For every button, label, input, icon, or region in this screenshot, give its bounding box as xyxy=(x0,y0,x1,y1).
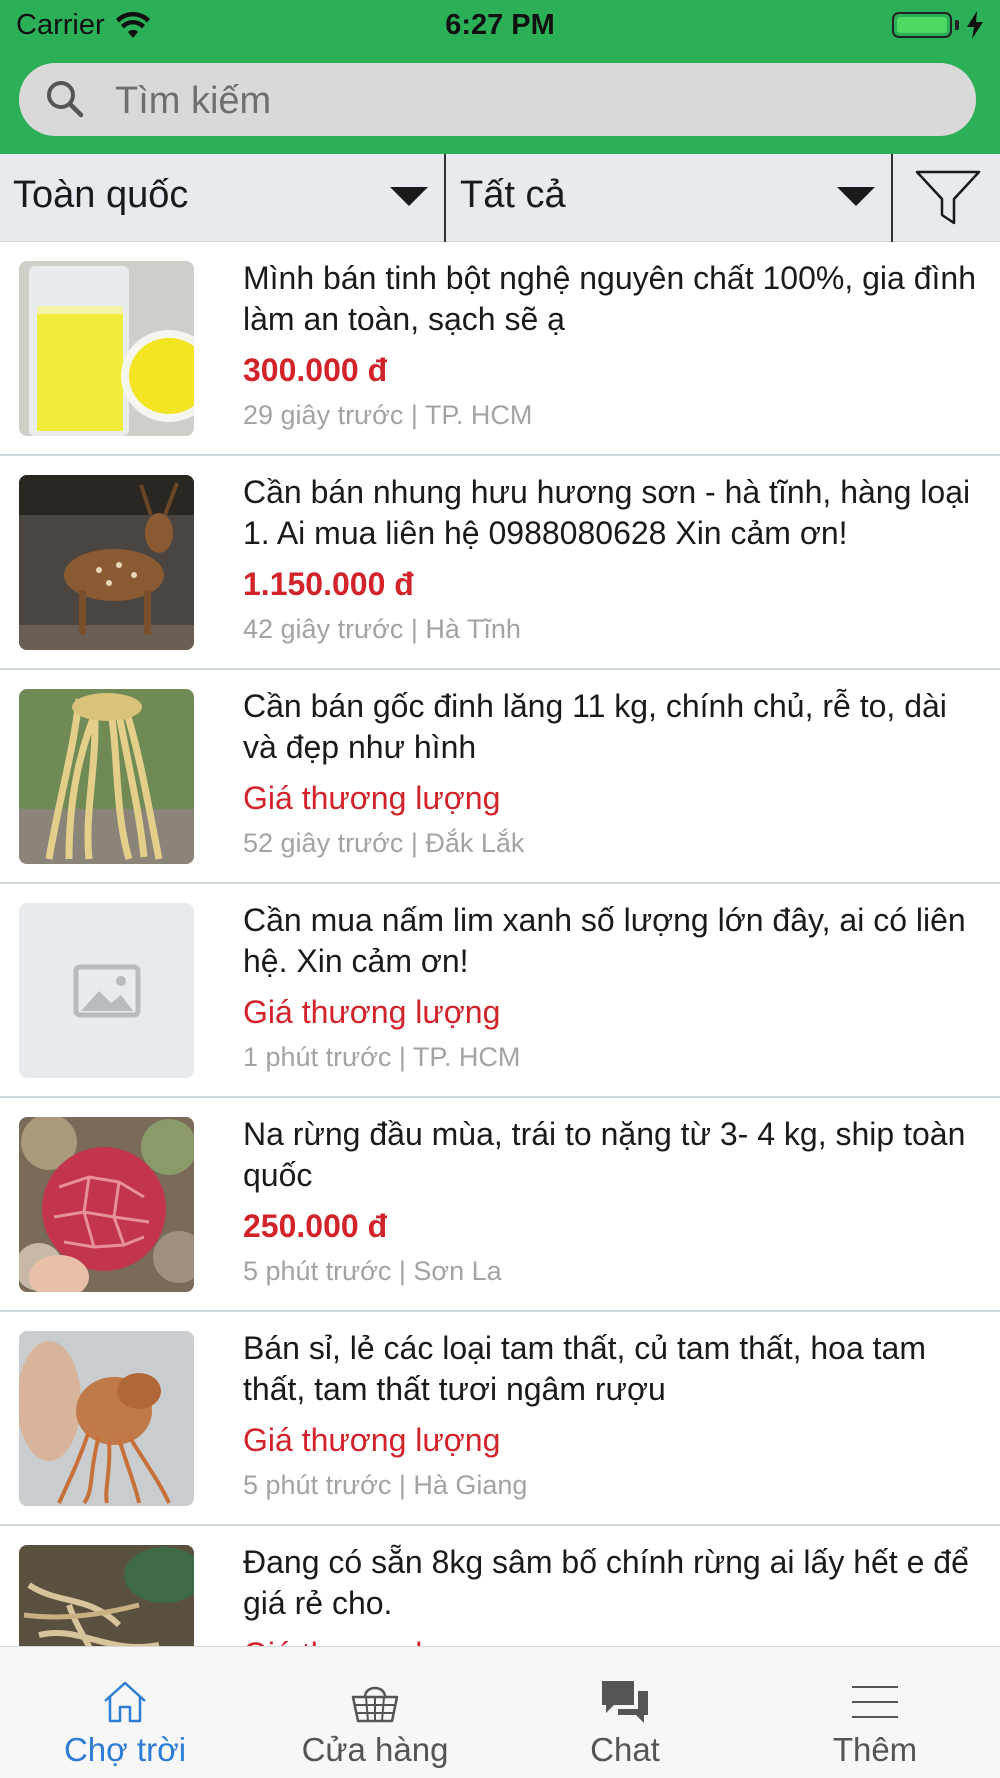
listing-price: Giá thương lượng xyxy=(243,780,501,816)
listing-price: 1.150.000 đ xyxy=(243,566,414,602)
charging-bolt-icon xyxy=(967,11,983,39)
battery-tip xyxy=(955,20,959,30)
tab-cua-hang[interactable]: Cửa hàng xyxy=(250,1647,500,1778)
listing-item[interactable]: Cần bán nhung hưu hương sơn - hà tĩnh, h… xyxy=(0,456,1000,670)
listing-list[interactable]: Mình bán tinh bột nghệ nguyên chất 100%,… xyxy=(0,242,1000,1646)
listing-item[interactable]: Cần mua nấm lim xanh số lượng lớn đây, a… xyxy=(0,884,1000,1098)
listing-title: Cần bán gốc đinh lăng 11 kg, chính chủ, … xyxy=(243,688,947,765)
listing-meta: 1 phút trước | TP. HCM xyxy=(243,1042,521,1072)
placeholder-image-icon xyxy=(19,903,194,1078)
listing-title: Na rừng đầu mùa, trái to nặng từ 3- 4 kg… xyxy=(243,1116,966,1193)
listing-thumbnail xyxy=(19,475,194,650)
tab-label: Chợ trời xyxy=(63,1731,187,1768)
listing-item[interactable]: Đang có sẵn 8kg sâm bố chính rừng ai lấy… xyxy=(0,1526,1000,1646)
listing-thumbnail xyxy=(19,1545,194,1646)
listing-thumbnail xyxy=(19,903,194,1078)
search-bar[interactable]: Tìm kiếm xyxy=(19,63,976,136)
home-icon xyxy=(104,1681,146,1723)
listing-item[interactable]: Mình bán tinh bột nghệ nguyên chất 100%,… xyxy=(0,242,1000,456)
category-dropdown[interactable]: Tất cả xyxy=(448,154,893,242)
listing-thumbnail xyxy=(19,261,194,436)
tab-cho-troi[interactable]: Chợ trời xyxy=(0,1647,250,1778)
listing-title: Cần bán nhung hưu hương sơn - hà tĩnh, h… xyxy=(243,474,971,551)
listing-meta: 52 giây trước | Đắk Lắk xyxy=(243,828,525,858)
listing-price: Giá thương lượng xyxy=(243,994,501,1030)
funnel-filter-icon xyxy=(915,170,980,225)
basket-icon xyxy=(351,1686,399,1723)
listing-title: Cần mua nấm lim xanh số lượng lớn đây, a… xyxy=(243,902,966,979)
listing-price: 300.000 đ xyxy=(243,352,388,388)
tab-bar: Chợ trời Cửa hàng Chat Thêm xyxy=(0,1646,1000,1778)
listing-title: Mình bán tinh bột nghệ nguyên chất 100%,… xyxy=(243,260,976,337)
listing-thumbnail xyxy=(19,689,194,864)
listing-meta: 42 giây trước | Hà Tĩnh xyxy=(243,614,521,644)
filter-button[interactable] xyxy=(895,154,1000,242)
listing-thumbnail xyxy=(19,1117,194,1292)
listing-thumbnail xyxy=(19,1331,194,1506)
listing-meta: 5 phút trước | Hà Giang xyxy=(243,1470,528,1500)
status-bar: Carrier 6:27 PM xyxy=(0,0,1000,50)
region-dropdown[interactable]: Toàn quốc xyxy=(0,154,446,242)
listing-price: Giá thương lượng xyxy=(243,1634,500,1646)
tab-chat[interactable]: Chat xyxy=(500,1647,750,1778)
status-time: 6:27 PM xyxy=(445,9,555,41)
tab-label: Cửa hàng xyxy=(301,1731,449,1768)
region-label: Toàn quốc xyxy=(13,174,189,216)
app-header: Carrier 6:27 PM Tìm kiếm xyxy=(0,0,1000,154)
listing-meta: 29 giây trước | TP. HCM xyxy=(243,400,533,430)
tab-them[interactable]: Thêm xyxy=(750,1647,1000,1778)
listing-meta: 5 phút trước | Sơn La xyxy=(243,1256,502,1286)
category-label: Tất cả xyxy=(460,174,566,216)
listing-item[interactable]: Cần bán gốc đinh lăng 11 kg, chính chủ, … xyxy=(0,670,1000,884)
listing-title: Đang có sẵn 8kg sâm bố chính rừng ai lấy… xyxy=(243,1544,969,1621)
chat-icon xyxy=(602,1681,648,1723)
filter-bar: Toàn quốc Tất cả xyxy=(0,154,1000,242)
caret-down-icon xyxy=(390,187,428,206)
listing-item[interactable]: Na rừng đầu mùa, trái to nặng từ 3- 4 kg… xyxy=(0,1098,1000,1312)
menu-icon xyxy=(852,1686,898,1718)
listing-price: Giá thương lượng xyxy=(243,1422,501,1458)
tab-label: Chat xyxy=(590,1731,660,1768)
search-input[interactable]: Tìm kiếm xyxy=(115,80,271,123)
tab-label: Thêm xyxy=(832,1731,918,1768)
listing-price: 250.000 đ xyxy=(243,1208,388,1244)
listing-item[interactable]: Bán sỉ, lẻ các loại tam thất, củ tam thấ… xyxy=(0,1312,1000,1526)
search-icon xyxy=(47,81,84,118)
battery-icon xyxy=(892,12,952,38)
caret-down-icon xyxy=(837,187,875,206)
listing-title: Bán sỉ, lẻ các loại tam thất, củ tam thấ… xyxy=(243,1330,926,1407)
